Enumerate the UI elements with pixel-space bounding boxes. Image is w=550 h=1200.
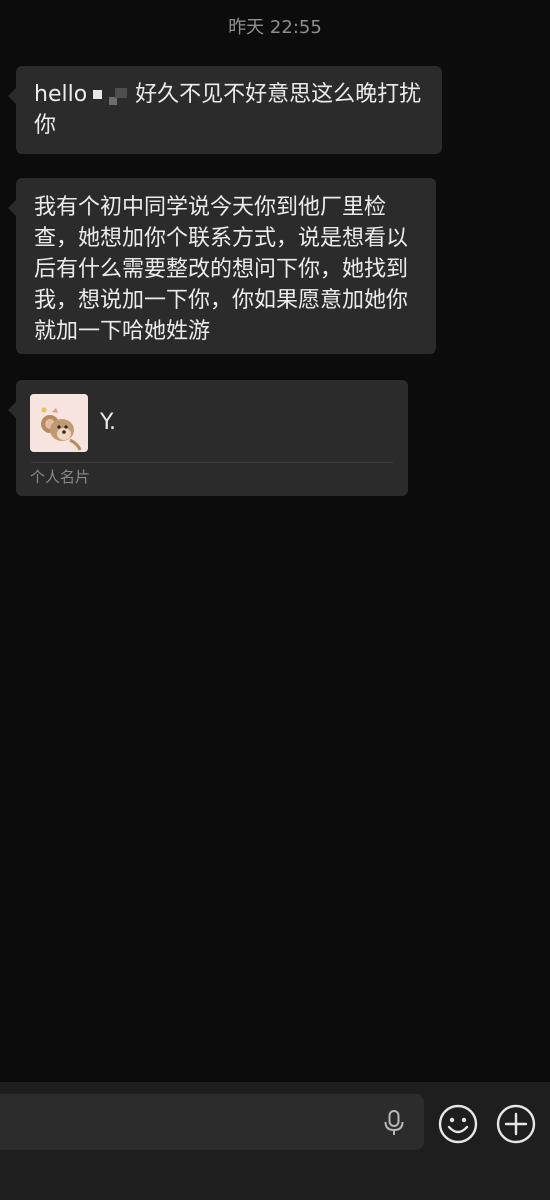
redacted-name: [89, 84, 133, 106]
contact-name: Y.: [100, 410, 116, 435]
message-bubble-2[interactable]: 我有个初中同学说今天你到他厂里检查，她想加你个联系方式，说是想看以后有什么需要整…: [8, 178, 436, 354]
microphone-icon[interactable]: [382, 1108, 406, 1138]
mouse-cartoon-icon: [30, 394, 88, 452]
chat-screen: 昨天 22:55 hello 好久不见不好意思这么晚打扰你 我有个初中同学说今天你…: [0, 0, 550, 1200]
message-prefix: hello: [34, 82, 88, 107]
message-input-container[interactable]: [0, 1094, 424, 1152]
message-bubble-1[interactable]: hello 好久不见不好意思这么晚打扰你: [8, 66, 442, 154]
plus-icon[interactable]: [496, 1104, 536, 1144]
input-bar: [0, 1082, 550, 1200]
contact-avatar: [30, 394, 88, 452]
emoji-icon[interactable]: [438, 1104, 478, 1144]
message-text: 我有个初中同学说今天你到他厂里检查，她想加你个联系方式，说是想看以后有什么需要整…: [34, 195, 409, 344]
message-input[interactable]: [12, 1094, 376, 1152]
message-timestamp: 昨天 22:55: [228, 17, 322, 38]
card-divider: [30, 462, 394, 463]
contact-card[interactable]: Y. 个人名片: [8, 380, 408, 496]
contact-card-label: 个人名片: [30, 468, 91, 486]
